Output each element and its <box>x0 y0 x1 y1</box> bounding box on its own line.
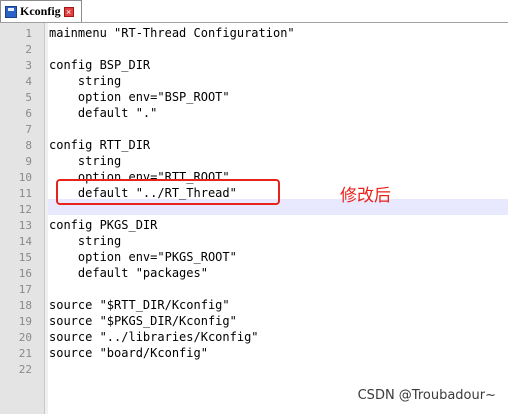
line-number: 6 <box>25 107 32 120</box>
code-line: source "$PKGS_DIR/Kconfig" <box>49 314 237 328</box>
fold-margin <box>45 23 48 414</box>
code-line: string <box>49 234 122 248</box>
code-line: config BSP_DIR <box>49 58 151 72</box>
line-number: 14 <box>18 235 32 248</box>
line-number: 16 <box>18 267 32 280</box>
line-number: 19 <box>18 315 32 328</box>
tab-kconfig[interactable]: Kconfig × <box>0 0 82 22</box>
close-icon[interactable]: × <box>63 6 74 17</box>
code-line: option env="BSP_ROOT" <box>49 90 230 104</box>
code-line: default "." <box>49 106 158 120</box>
code-line: source "../libraries/Kconfig" <box>49 330 259 344</box>
code-line: config RTT_DIR <box>49 138 151 152</box>
line-number: 12 <box>18 203 32 216</box>
line-number: 21 <box>18 347 32 360</box>
line-number: 18 <box>18 299 32 312</box>
line-number: 5 <box>25 91 32 104</box>
highlight-box <box>56 179 280 205</box>
line-number: 4 <box>25 75 32 88</box>
code-line: mainmenu "RT-Thread Configuration" <box>49 26 295 40</box>
code-line: option env="PKGS_ROOT" <box>49 250 237 264</box>
code-line: default "packages" <box>49 266 208 280</box>
line-number: 20 <box>18 331 32 344</box>
watermark: CSDN @Troubadour~ <box>357 388 496 403</box>
line-number: 10 <box>18 171 32 184</box>
line-number: 3 <box>25 59 32 72</box>
annotation-label: 修改后 <box>340 186 391 206</box>
line-number: 1 <box>25 27 32 40</box>
line-number: 22 <box>18 363 32 376</box>
code-line: config PKGS_DIR <box>49 218 158 232</box>
line-number: 17 <box>18 283 32 296</box>
line-number: 11 <box>18 187 32 200</box>
line-number: 7 <box>25 123 32 136</box>
code-line: source "board/Kconfig" <box>49 346 208 360</box>
line-number: 8 <box>25 139 32 152</box>
tab-label: Kconfig <box>20 4 61 18</box>
code-line: source "$RTT_DIR/Kconfig" <box>49 298 230 312</box>
line-number: 2 <box>25 43 32 56</box>
line-number: 15 <box>18 251 32 264</box>
line-number: 9 <box>25 155 32 168</box>
tab-bar: Kconfig × <box>0 0 508 23</box>
line-number-gutter: 1 2 3 4 5 6 7 8 9 10 11 12 13 14 15 16 1… <box>0 23 45 414</box>
code-line: string <box>49 154 122 168</box>
save-icon <box>5 5 17 18</box>
line-number: 13 <box>18 219 32 232</box>
code-line: string <box>49 74 122 88</box>
